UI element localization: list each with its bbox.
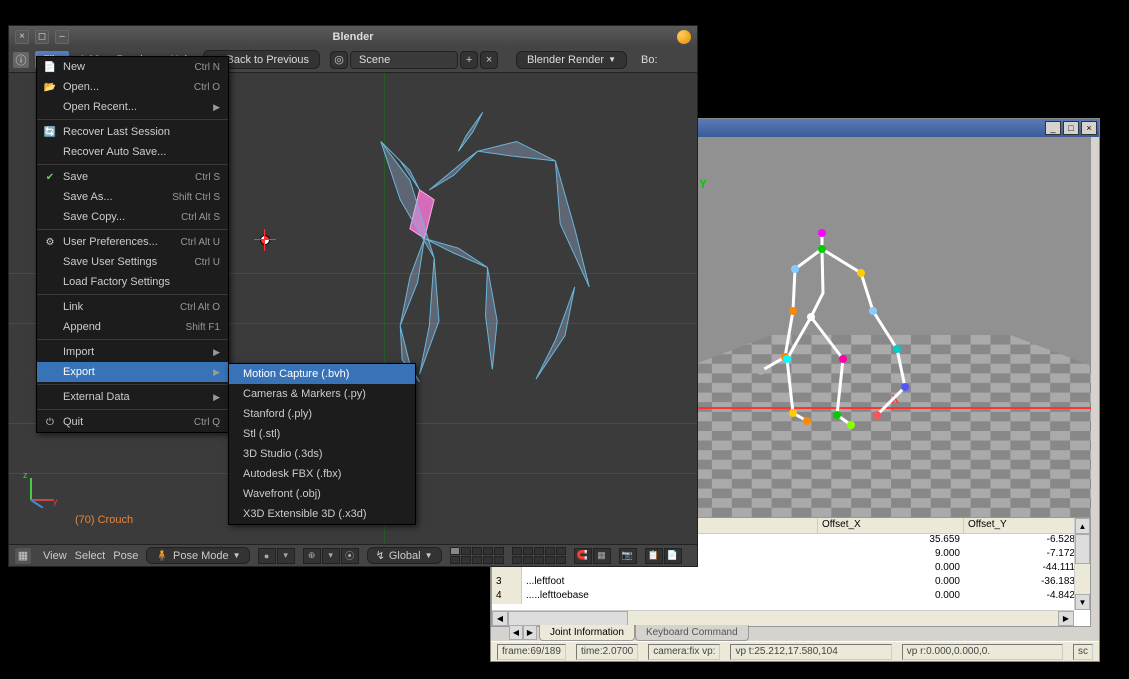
export-x-d-extensible-d-x-d-[interactable]: X3D Extensible 3D (.x3d) <box>229 504 415 524</box>
file-menu-save[interactable]: ✔SaveCtrl S <box>37 167 228 187</box>
file-menu-recover-last-session[interactable]: 🔄Recover Last Session <box>37 122 228 142</box>
stats-label: Bo: <box>641 54 658 66</box>
scroll-down-arrow[interactable]: ▼ <box>1075 594 1090 610</box>
scroll-up-arrow[interactable]: ▲ <box>1075 518 1090 534</box>
svg-text:z: z <box>23 470 28 480</box>
scene-name-input[interactable]: Scene <box>350 51 458 69</box>
file-menu-dropdown: 📄NewCtrl N📂Open...Ctrl OOpen Recent...▶ 🔄… <box>36 56 229 433</box>
render-engine-dropdown[interactable]: Blender Render ▼ <box>516 51 627 69</box>
tab-joint-info[interactable]: Joint Information <box>539 625 635 641</box>
maximize-button[interactable]: □ <box>1063 121 1079 135</box>
tab-keyboard-command[interactable]: Keyboard Command <box>635 625 749 641</box>
export--d-studio-ds-[interactable]: 3D Studio (.3ds) <box>229 444 415 464</box>
file-menu-save-as-[interactable]: Save As...Shift Ctrl S <box>37 187 228 207</box>
table-row[interactable]: 4.....lefttoebase0.000-4.842 <box>492 590 1090 604</box>
viewer-statusbar: frame:69/189 time:2.0700 camera:fix vp: … <box>491 641 1099 661</box>
export-submenu: Motion Capture (.bvh)Cameras & Markers (… <box>228 363 416 525</box>
viewer-tabs: ◀ ▶ Joint Information Keyboard Command <box>509 625 749 641</box>
export-cameras-markers-py-[interactable]: Cameras & Markers (.py) <box>229 384 415 404</box>
status-frame: frame:69/189 <box>497 644 566 660</box>
render-preview-button[interactable]: 📷 <box>619 548 637 564</box>
export-stanford-ply-[interactable]: Stanford (.ply) <box>229 404 415 424</box>
file-menu-recover-auto-save-[interactable]: Recover Auto Save... <box>37 142 228 162</box>
svg-text:y: y <box>53 496 58 506</box>
layer-buttons[interactable] <box>450 547 504 564</box>
window-minimize-icon[interactable]: – <box>55 30 69 44</box>
copy-paste-buttons[interactable]: 📋📄 <box>645 548 682 564</box>
window-maximize-icon[interactable]: ◻ <box>35 30 49 44</box>
file-menu-user-preferences-[interactable]: ⚙User Preferences...Ctrl Alt U <box>37 232 228 252</box>
shading-buttons[interactable]: ●▾ <box>258 548 295 564</box>
file-menu-save-user-settings[interactable]: Save User SettingsCtrl U <box>37 252 228 272</box>
file-menu-link[interactable]: LinkCtrl Alt O <box>37 297 228 317</box>
close-button[interactable]: × <box>1081 121 1097 135</box>
tab-next-arrow[interactable]: ▶ <box>523 625 537 640</box>
orientation-dropdown[interactable]: ↯ Global ▼ <box>367 547 442 564</box>
viewer-skeleton <box>691 137 1091 517</box>
viewport-header: ▦ View Select Pose 🧍 Pose Mode ▼ ●▾ ⊕▾⦿ … <box>9 544 697 566</box>
scroll-left-arrow[interactable]: ◀ <box>492 611 508 626</box>
status-sc: sc <box>1073 644 1093 660</box>
snap-buttons[interactable]: 🧲▦ <box>574 548 611 564</box>
armature-info-overlay: (70) Crouch <box>75 514 133 526</box>
menu-select[interactable]: Select <box>75 550 106 562</box>
menu-pose[interactable]: Pose <box>113 550 138 562</box>
scene-browse-button[interactable]: ◎ <box>330 51 348 69</box>
info-editor-icon[interactable]: ⓘ <box>13 52 29 68</box>
file-menu-save-copy-[interactable]: Save Copy...Ctrl Alt S <box>37 207 228 227</box>
scene-delete-button[interactable]: × <box>480 51 498 69</box>
export-motion-capture-bvh-[interactable]: Motion Capture (.bvh) <box>229 364 415 384</box>
window-title: Blender <box>333 31 374 43</box>
tab-prev-arrow[interactable]: ◀ <box>509 625 523 640</box>
3d-editor-icon[interactable]: ▦ <box>15 548 31 564</box>
status-vp-t: vp t:25.212,17.580,104 <box>730 644 891 660</box>
pivot-buttons[interactable]: ⊕▾⦿ <box>303 548 359 564</box>
col-offset-x[interactable]: Offset_X <box>818 518 964 533</box>
minimize-button[interactable]: _ <box>1045 121 1061 135</box>
export-autodesk-fbx-fbx-[interactable]: Autodesk FBX (.fbx) <box>229 464 415 484</box>
col-offset-y[interactable]: Offset_Y <box>964 518 1079 533</box>
file-menu-append[interactable]: AppendShift F1 <box>37 317 228 337</box>
scene-add-button[interactable]: + <box>460 51 478 69</box>
blender-titlebar: × ◻ – Blender <box>9 26 697 47</box>
menu-view[interactable]: View <box>43 550 67 562</box>
axis-gizmo: z y <box>23 468 63 508</box>
status-camera: camera:fix vp: <box>648 644 720 660</box>
viewer-3d-viewport[interactable]: Y X <box>691 137 1091 517</box>
table-row[interactable]: 3...leftfoot0.000-36.183 <box>492 576 1090 590</box>
scroll-right-arrow[interactable]: ▶ <box>1058 611 1074 626</box>
window-close-icon[interactable]: × <box>15 30 29 44</box>
status-time: time:2.0700 <box>576 644 638 660</box>
export-wavefront-obj-[interactable]: Wavefront (.obj) <box>229 484 415 504</box>
vertical-scrollbar[interactable]: ▲ ▼ <box>1074 518 1090 610</box>
file-menu-external-data[interactable]: External Data▶ <box>37 387 228 407</box>
blender-logo-icon <box>677 30 691 44</box>
status-vp-r: vp r:0.000,0.000,0. <box>902 644 1063 660</box>
file-menu-export[interactable]: Export▶ <box>37 362 228 382</box>
layer-buttons-2[interactable] <box>512 547 566 564</box>
horizontal-scrollbar[interactable]: ◀ ▶ <box>492 610 1074 626</box>
export-stl-stl-[interactable]: Stl (.stl) <box>229 424 415 444</box>
file-menu-import[interactable]: Import▶ <box>37 342 228 362</box>
mode-dropdown[interactable]: 🧍 Pose Mode ▼ <box>146 547 249 564</box>
file-menu-quit[interactable]: ⏻QuitCtrl Q <box>37 412 228 432</box>
file-menu-open-[interactable]: 📂Open...Ctrl O <box>37 77 228 97</box>
file-menu-new[interactable]: 📄NewCtrl N <box>37 57 228 77</box>
file-menu-load-factory-settings[interactable]: Load Factory Settings <box>37 272 228 292</box>
file-menu-open-recent-[interactable]: Open Recent...▶ <box>37 97 228 117</box>
